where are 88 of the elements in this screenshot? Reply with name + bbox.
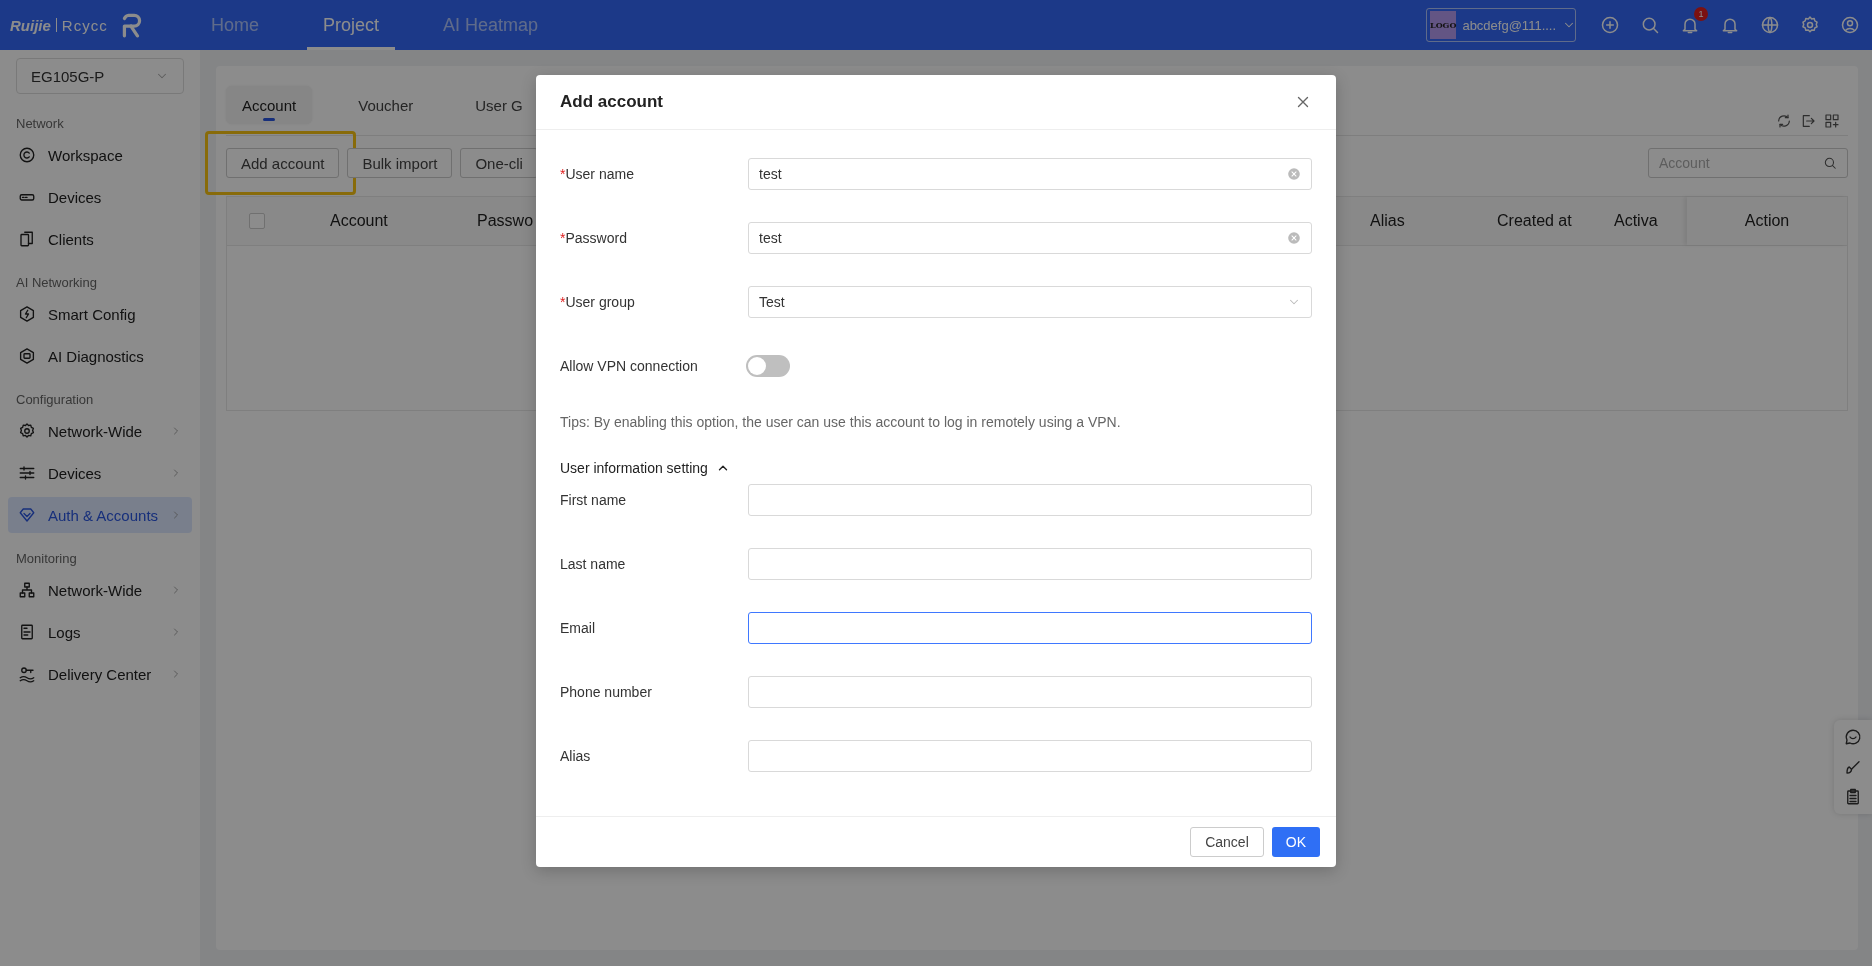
sidebar-item[interactable]: Devices bbox=[8, 179, 192, 215]
sidebar-item[interactable]: AI Diagnostics bbox=[8, 338, 192, 374]
tab[interactable]: User G bbox=[459, 86, 539, 124]
sidebar-item[interactable]: Delivery Center bbox=[8, 656, 192, 692]
column-header: Passwo bbox=[477, 212, 534, 229]
diamond-icon bbox=[18, 506, 36, 524]
field-label: *Password bbox=[560, 230, 628, 246]
sidebar-label: Smart Config bbox=[48, 305, 136, 323]
refresh-icon[interactable] bbox=[1776, 113, 1792, 129]
input-field[interactable]: test bbox=[748, 158, 1312, 190]
ok-button[interactable]: OK bbox=[1271, 827, 1320, 857]
column-header: Alias bbox=[1370, 212, 1405, 229]
section-heading: Configuration bbox=[15, 391, 95, 409]
gear-icon bbox=[18, 422, 36, 440]
section-toggle[interactable]: User information setting bbox=[560, 460, 730, 476]
sidebar-item[interactable]: Workspace bbox=[8, 137, 192, 173]
input-field[interactable]: test bbox=[748, 222, 1312, 254]
sidebar-item[interactable]: Network-Wide bbox=[8, 572, 192, 608]
input-field[interactable] bbox=[748, 612, 1312, 644]
search-icon[interactable] bbox=[1640, 15, 1660, 35]
hexagon-bolt-icon bbox=[18, 305, 36, 323]
hierarchy-icon bbox=[18, 581, 36, 599]
column-header: Action bbox=[1744, 212, 1790, 230]
notification-badge: 1 bbox=[1694, 7, 1708, 21]
sidebar-label: Clients bbox=[48, 230, 94, 248]
circle-c-icon bbox=[18, 146, 36, 164]
tips-text: Tips: By enabling this option, the user can use this account to log in remotely using a VPN. bbox=[560, 414, 1122, 430]
field-label: *User name bbox=[560, 166, 635, 182]
select-all-checkbox[interactable] bbox=[249, 213, 265, 229]
tablet-icon bbox=[18, 230, 36, 248]
tab[interactable]: Voucher bbox=[342, 86, 430, 124]
field-label: Allow VPN connection bbox=[560, 358, 699, 374]
sidebar-item[interactable]: Smart Config bbox=[8, 296, 192, 332]
toggle-switch[interactable] bbox=[746, 355, 790, 377]
section-heading: Monitoring bbox=[15, 550, 78, 568]
sidebar-item[interactable]: Network-Wide bbox=[8, 413, 192, 449]
sidebar-label: AI Diagnostics bbox=[48, 347, 144, 365]
sidebar-label: Workspace bbox=[48, 146, 123, 164]
chat-icon[interactable] bbox=[1844, 728, 1862, 746]
toolbar-button[interactable]: Add account bbox=[226, 148, 340, 178]
account-selector[interactable]: LOGO abcdefg@111.... bbox=[1426, 8, 1576, 42]
tab[interactable]: Account bbox=[226, 86, 313, 124]
sidebar-label: Network-Wide bbox=[48, 581, 143, 599]
sidebar-item[interactable]: Logs bbox=[8, 614, 192, 650]
site-selector[interactable]: EG105G-P bbox=[16, 58, 184, 94]
sidebar-label: Devices bbox=[48, 464, 102, 482]
field-label: Alias bbox=[560, 748, 592, 764]
search-icon bbox=[1823, 156, 1837, 170]
clipboard-icon[interactable] bbox=[1844, 788, 1862, 806]
toolbar-button[interactable]: One-cli bbox=[460, 148, 538, 178]
export-icon[interactable] bbox=[1800, 113, 1816, 129]
grid-plus-icon[interactable] bbox=[1824, 113, 1840, 129]
brand-name: Ruijie bbox=[10, 16, 51, 34]
brand-product: Rcycc bbox=[61, 16, 108, 34]
dialog-title: Add account bbox=[560, 92, 663, 112]
sidebar-item[interactable]: Devices bbox=[8, 455, 192, 491]
field-label: First name bbox=[560, 492, 628, 508]
sidebar-label: Auth & Accounts bbox=[48, 506, 159, 524]
sidebar-label: Logs bbox=[48, 623, 81, 641]
toolbar-button[interactable]: Bulk import bbox=[347, 148, 453, 178]
column-header: Account bbox=[330, 212, 388, 229]
section-heading: Network bbox=[15, 115, 65, 133]
sidebar-label: Network-Wide bbox=[48, 422, 143, 440]
clear-icon[interactable] bbox=[1287, 231, 1301, 245]
hexagon-chip-icon bbox=[18, 347, 36, 365]
plus-circle-icon[interactable] bbox=[1600, 15, 1620, 35]
clear-icon[interactable] bbox=[1287, 167, 1301, 181]
brush-icon[interactable] bbox=[1844, 758, 1862, 776]
column-header: Created at bbox=[1497, 212, 1572, 229]
sidebar-item[interactable]: Auth & Accounts bbox=[8, 497, 192, 533]
field-label: Phone number bbox=[560, 684, 653, 700]
select-field[interactable]: Test bbox=[748, 286, 1312, 318]
sidebar-label: Delivery Center bbox=[48, 665, 152, 683]
settings-icon[interactable] bbox=[1800, 15, 1820, 35]
user-icon[interactable] bbox=[1840, 15, 1860, 35]
account-logo: LOGO bbox=[1430, 11, 1457, 39]
cancel-button[interactable]: Cancel bbox=[1190, 827, 1264, 857]
sidebar-item[interactable]: Clients bbox=[8, 221, 192, 257]
sliders-icon bbox=[18, 464, 36, 482]
sidebar-label: Devices bbox=[48, 188, 102, 206]
field-label: Last name bbox=[560, 556, 627, 572]
section-heading: AI Networking bbox=[15, 274, 98, 292]
field-label: *User group bbox=[560, 294, 636, 310]
nav-tab[interactable]: Project bbox=[307, 0, 396, 50]
field-label: Email bbox=[560, 620, 596, 636]
column-header: Activa bbox=[1614, 212, 1658, 229]
document-icon bbox=[18, 623, 36, 641]
globe-icon[interactable] bbox=[1760, 15, 1780, 35]
